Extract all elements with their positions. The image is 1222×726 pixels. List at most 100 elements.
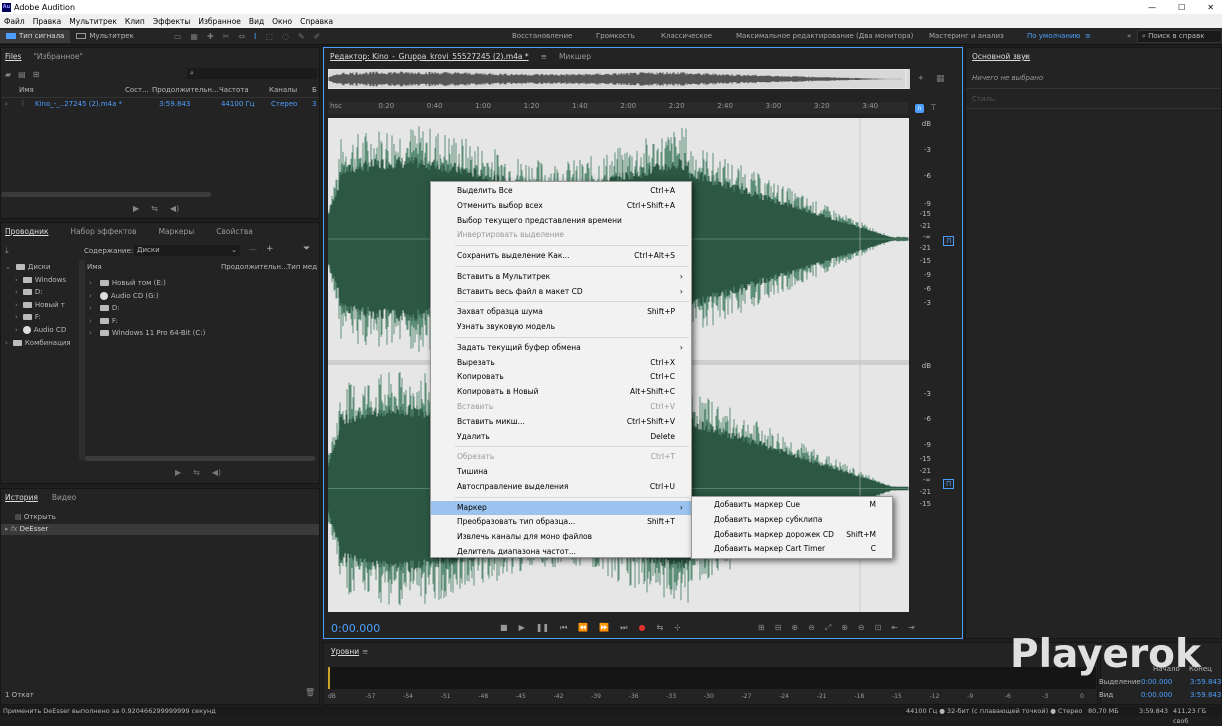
levels-menu-icon[interactable]: ≡ bbox=[362, 647, 368, 656]
play-preview-icon[interactable]: ▶ bbox=[133, 204, 139, 213]
context-menu-item[interactable]: Извлечь каналы для моно файлов bbox=[431, 530, 691, 544]
context-menu-item[interactable]: Тишина bbox=[431, 465, 691, 479]
tab-markers[interactable]: Маркеры bbox=[159, 227, 195, 236]
overview-waveform[interactable] bbox=[328, 69, 910, 89]
waveform-mode-button[interactable]: Тип сигнала bbox=[0, 29, 71, 43]
context-menu-item[interactable]: Захват образца шума Shift+P bbox=[431, 305, 691, 319]
zoom-overview-icon[interactable]: ✦ bbox=[917, 74, 925, 84]
context-menu-item[interactable]: Сохранить выделение Как... Ctrl+Alt+S bbox=[431, 249, 691, 263]
context-menu-item[interactable]: Вставить в Мультитрек › bbox=[431, 270, 691, 284]
loop-icon[interactable]: ⇆ bbox=[151, 204, 158, 213]
list-item[interactable]: › Audio CD (G:) bbox=[87, 290, 319, 303]
context-menu-item[interactable]: Преобразовать тип образца... Shift+T bbox=[431, 515, 691, 529]
context-menu-item[interactable]: Вставить весь файл в макет CD › bbox=[431, 285, 691, 299]
channel-left-toggle[interactable]: Л bbox=[943, 236, 955, 246]
snap-icon[interactable]: ∩ bbox=[915, 104, 924, 113]
tree-splitter[interactable] bbox=[79, 260, 85, 460]
zoom-in-amplitude-icon[interactable]: ⊞ bbox=[758, 623, 765, 633]
add-icon[interactable]: + bbox=[266, 244, 274, 254]
context-menu-item[interactable]: Копировать Ctrl+C bbox=[431, 370, 691, 384]
multitrack-mode-button[interactable]: Мультитрек bbox=[70, 30, 139, 43]
stop-icon[interactable]: ■ bbox=[500, 623, 508, 633]
col-name[interactable]: Имя bbox=[19, 86, 34, 94]
play-preview-icon[interactable]: ▶ bbox=[175, 468, 181, 477]
workspace-default[interactable]: По умолчанию bbox=[1027, 28, 1080, 45]
menu-5[interactable]: Избранное bbox=[194, 17, 245, 26]
spectral-icon[interactable]: ▭ bbox=[174, 32, 182, 41]
workspace-restore[interactable]: Восстановление bbox=[512, 28, 572, 45]
menu-1[interactable]: Правка bbox=[29, 17, 66, 26]
tree-item[interactable]: › Windows bbox=[15, 276, 66, 284]
tree-item[interactable]: › Новый т bbox=[15, 301, 65, 309]
submenu-item[interactable]: Добавить маркер дорожек CD Shift+M bbox=[692, 528, 892, 542]
col-duration[interactable]: Продолжительн... bbox=[152, 86, 219, 94]
more-workspaces-icon[interactable]: » bbox=[1127, 28, 1131, 45]
loop-playback-icon[interactable]: ⇆ bbox=[656, 623, 663, 633]
workspace-menu-icon[interactable]: ≡ bbox=[1085, 28, 1091, 45]
slip-tool-icon[interactable]: ⇔ bbox=[238, 32, 245, 41]
history-item-selected[interactable]: ▸ fx DeEsser bbox=[1, 524, 319, 535]
context-menu-item[interactable]: Выделить Все Ctrl+A bbox=[431, 184, 691, 198]
col-name[interactable]: Имя bbox=[87, 263, 102, 271]
zoom-left-icon[interactable]: ⇤ bbox=[891, 623, 898, 633]
context-menu-item[interactable]: Вставить микш... Ctrl+Shift+V bbox=[431, 415, 691, 429]
menu-4[interactable]: Эффекты bbox=[149, 17, 195, 26]
menu-7[interactable]: Окно bbox=[268, 17, 296, 26]
menu-6[interactable]: Вид bbox=[245, 17, 268, 26]
explorer-scrollbar[interactable] bbox=[85, 456, 315, 461]
spot-heal-icon[interactable]: ✐ bbox=[314, 32, 321, 41]
zoom-in-point-icon[interactable]: ⊕ bbox=[841, 623, 848, 633]
tab-properties[interactable]: Свойства bbox=[216, 227, 253, 236]
workspace-classic[interactable]: Классическое bbox=[661, 28, 712, 45]
zoom-out-point-icon[interactable]: ⊖ bbox=[858, 623, 865, 633]
col-channels[interactable]: Каналы bbox=[269, 86, 297, 94]
move-tool-icon[interactable]: ✚ bbox=[207, 32, 214, 41]
loop-icon[interactable]: ⇆ bbox=[193, 468, 200, 477]
view-start[interactable]: 0:00.000 bbox=[1141, 691, 1172, 699]
play-icon[interactable]: ▶ bbox=[519, 623, 525, 633]
list-item[interactable]: › D: bbox=[87, 302, 319, 315]
tree-item[interactable]: ⌄ Диски bbox=[5, 263, 51, 271]
pin-icon[interactable]: ⊤ bbox=[930, 103, 937, 112]
submenu-item[interactable]: Добавить маркер субклипа bbox=[692, 513, 892, 527]
download-icon[interactable]: ⤓ bbox=[5, 246, 9, 256]
tree-item[interactable]: › D: bbox=[15, 288, 43, 296]
close-icon[interactable]: ✕ bbox=[1207, 3, 1214, 12]
workspace-max-edit[interactable]: Максимальное редактирование (Два монитор… bbox=[736, 28, 913, 45]
remove-icon[interactable]: — bbox=[249, 245, 257, 254]
lasso-icon[interactable]: ◌ bbox=[282, 32, 289, 41]
menu-2[interactable]: Мультитрек bbox=[65, 17, 121, 26]
tab-levels[interactable]: Уровни bbox=[331, 647, 359, 656]
context-menu-item[interactable]: Делитель диапазона частот... bbox=[431, 545, 691, 559]
list-item[interactable]: › Новый том (E:) bbox=[87, 277, 319, 290]
brush-icon[interactable]: ✎ bbox=[298, 32, 305, 41]
mini-grid-icon[interactable]: ▦ bbox=[936, 74, 945, 84]
pitch-icon[interactable]: ▦ bbox=[190, 32, 198, 41]
context-menu-item[interactable]: Автосправление выделения Ctrl+U bbox=[431, 480, 691, 494]
files-search-input[interactable]: ⌕ bbox=[187, 68, 317, 79]
tab-files[interactable]: Files bbox=[5, 52, 21, 61]
menu-0[interactable]: Файл bbox=[0, 17, 29, 26]
workspace-mastering[interactable]: Мастеринг и анализ bbox=[929, 28, 1004, 45]
content-select[interactable]: Диски ⌄ bbox=[134, 245, 240, 256]
tab-effects-rack[interactable]: Набор эффектов bbox=[71, 227, 137, 236]
zoom-in-time-icon[interactable]: ⊕ bbox=[791, 623, 798, 633]
razor-tool-icon[interactable]: ✂ bbox=[223, 32, 230, 41]
autoplay-icon[interactable]: ◀) bbox=[170, 204, 179, 213]
list-item[interactable]: › Windows 11 Pro 64-Bit (C:) bbox=[87, 327, 319, 340]
col-media-type[interactable]: Тип мед bbox=[287, 263, 317, 271]
pause-icon[interactable]: ❚❚ bbox=[536, 623, 549, 633]
view-end[interactable]: 3:59.843 bbox=[1190, 691, 1221, 699]
context-menu-item[interactable]: Копировать в Новый Alt+Shift+C bbox=[431, 385, 691, 399]
tab-editor[interactable]: Редактор: Kino_-_Gruppa_krovi_55527245 (… bbox=[330, 52, 529, 61]
col-bits[interactable]: Б bbox=[312, 86, 317, 94]
skip-selection-icon[interactable]: ⊹ bbox=[674, 623, 681, 633]
context-menu-item[interactable]: Отменить выбор всех Ctrl+Shift+A bbox=[431, 199, 691, 213]
col-state[interactable]: Сост... bbox=[125, 86, 149, 94]
submenu-item[interactable]: Добавить маркер Cue M bbox=[692, 498, 892, 512]
filter-icon[interactable]: ⏷ bbox=[303, 244, 310, 254]
trash-icon[interactable]: 🗑 bbox=[305, 688, 315, 697]
help-search-input[interactable]: ⌕ Поиск в справк bbox=[1137, 30, 1222, 43]
tab-essential-sound[interactable]: Основной звук bbox=[972, 52, 1030, 61]
context-menu-item[interactable]: Задать текущий буфер обмена › bbox=[431, 341, 691, 355]
